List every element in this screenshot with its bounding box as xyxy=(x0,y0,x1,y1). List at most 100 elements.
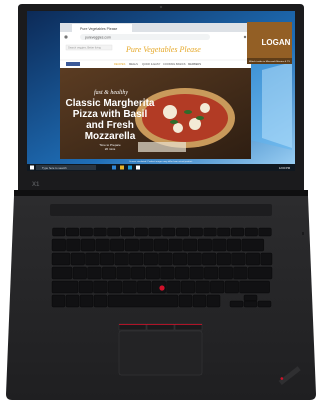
keyboard-key[interactable] xyxy=(229,300,244,308)
trackpad[interactable] xyxy=(118,330,203,376)
keyboard-key[interactable] xyxy=(72,266,87,280)
keyboard-key[interactable] xyxy=(80,238,95,252)
nav-item[interactable]: QUICK & EASY xyxy=(142,62,161,66)
keyboard-key[interactable] xyxy=(180,280,195,294)
keyboard-key[interactable] xyxy=(192,294,207,308)
keyboard-key[interactable] xyxy=(206,294,221,308)
keyboard-key[interactable] xyxy=(153,238,168,252)
keyboard-key[interactable] xyxy=(224,280,239,294)
taskbar-app-icon[interactable] xyxy=(128,165,132,170)
keyboard-key[interactable] xyxy=(51,238,66,252)
keyboard-key[interactable] xyxy=(110,238,125,252)
nav-item[interactable]: RECIPES xyxy=(114,62,126,66)
keyboard-key[interactable] xyxy=(260,252,273,266)
keyboard-key[interactable] xyxy=(160,266,175,280)
keyboard-key[interactable] xyxy=(107,227,121,237)
keyboard-key[interactable] xyxy=(93,294,108,308)
trackpoint[interactable] xyxy=(159,285,165,291)
keyboard-key[interactable] xyxy=(241,238,265,252)
keyboard-key[interactable] xyxy=(243,294,258,302)
keyboard-key[interactable] xyxy=(66,227,80,237)
keyboard-key[interactable] xyxy=(93,280,108,294)
keyboard-key[interactable] xyxy=(137,280,152,294)
keyboard-key[interactable] xyxy=(202,252,217,266)
keyboard-key[interactable] xyxy=(239,280,270,294)
keyboard-key[interactable] xyxy=(203,227,217,237)
keyboard-key[interactable] xyxy=(204,266,219,280)
keyboard-key[interactable] xyxy=(99,252,114,266)
keyboard-key[interactable] xyxy=(158,252,173,266)
keyboard-key[interactable] xyxy=(162,227,176,237)
keyboard-key[interactable] xyxy=(93,227,107,237)
keyboard-key[interactable] xyxy=(168,238,183,252)
keyboard-key[interactable] xyxy=(217,227,231,237)
keyboard-key[interactable] xyxy=(231,252,246,266)
keyboard-key[interactable] xyxy=(231,227,245,237)
back-icon[interactable] xyxy=(64,35,68,39)
keyboard-key[interactable] xyxy=(122,280,137,294)
taskbar-app-icon[interactable] xyxy=(136,165,140,170)
keyboard-key[interactable] xyxy=(129,252,144,266)
keyboard-key[interactable] xyxy=(131,266,146,280)
menu-icon[interactable] xyxy=(243,35,247,39)
keyboard-key[interactable] xyxy=(195,280,210,294)
keyboard-key[interactable] xyxy=(66,238,81,252)
keyboard-key[interactable] xyxy=(87,266,102,280)
keyboard-key[interactable] xyxy=(78,280,93,294)
keyboard-key[interactable] xyxy=(79,227,93,237)
nav-item[interactable]: MEALS xyxy=(129,62,138,66)
keyboard-key[interactable] xyxy=(197,238,212,252)
keyboard-key[interactable] xyxy=(178,294,193,308)
social-share-icons[interactable] xyxy=(66,62,80,66)
keyboard-key[interactable] xyxy=(233,266,248,280)
keyboard-key[interactable] xyxy=(95,238,110,252)
keyboard-key[interactable] xyxy=(114,252,129,266)
keyboard-key[interactable] xyxy=(51,294,66,308)
keyboard-key[interactable] xyxy=(189,266,204,280)
keyboard-key[interactable] xyxy=(124,238,139,252)
keyboard-key[interactable] xyxy=(51,252,71,266)
keyboard-key[interactable] xyxy=(134,227,148,237)
keyboard-key[interactable] xyxy=(218,266,233,280)
keyboard-key[interactable] xyxy=(244,227,258,237)
keyboard-key[interactable] xyxy=(247,266,273,280)
taskbar-app-icon[interactable] xyxy=(112,165,116,170)
keyboard-key[interactable] xyxy=(85,252,100,266)
keyboard-key[interactable] xyxy=(139,238,154,252)
movie-tile[interactable]: LOGAN Watch trailer in Microsoft Movies … xyxy=(247,22,292,64)
keyboard-key[interactable] xyxy=(166,280,181,294)
keyboard-key[interactable] xyxy=(65,294,80,308)
keyboard-key[interactable] xyxy=(174,266,189,280)
keyboard-key[interactable] xyxy=(79,294,94,308)
keyboard-key[interactable] xyxy=(187,252,202,266)
keyboard-key[interactable] xyxy=(51,266,73,280)
keyboard-key[interactable] xyxy=(52,227,66,237)
keyboard-key[interactable] xyxy=(143,252,158,266)
keyboard-key[interactable] xyxy=(216,252,231,266)
keyboard-key[interactable] xyxy=(121,227,135,237)
taskbar-app-icon[interactable] xyxy=(120,165,124,170)
keyboard-key[interactable] xyxy=(226,238,241,252)
keyboard-key[interactable] xyxy=(107,280,122,294)
keyboard-key[interactable] xyxy=(245,252,260,266)
keyboard-key[interactable] xyxy=(176,227,190,237)
start-button-icon[interactable] xyxy=(30,165,34,170)
keyboard-key[interactable] xyxy=(212,238,227,252)
keyboard-key[interactable] xyxy=(210,280,225,294)
keyboard-key[interactable] xyxy=(243,300,258,308)
keyboard-key[interactable] xyxy=(107,294,179,308)
keyboard-key[interactable] xyxy=(148,227,162,237)
keyboard-key[interactable] xyxy=(172,252,187,266)
keyboard-key[interactable] xyxy=(70,252,85,266)
keyboard-key[interactable] xyxy=(257,300,272,308)
keyboard-key[interactable] xyxy=(145,266,160,280)
keyboard-key[interactable] xyxy=(189,227,203,237)
nav-item[interactable]: MEMBERS xyxy=(188,62,201,66)
nav-item[interactable]: COOKING BASICS xyxy=(163,62,186,66)
keyboard-key[interactable] xyxy=(101,266,116,280)
keyboard-key[interactable] xyxy=(116,266,131,280)
keyboard-key[interactable] xyxy=(258,227,272,237)
site-logo[interactable]: Pure Vegetables Please xyxy=(125,45,201,54)
keyboard-key[interactable] xyxy=(51,280,79,294)
keyboard-key[interactable] xyxy=(183,238,198,252)
